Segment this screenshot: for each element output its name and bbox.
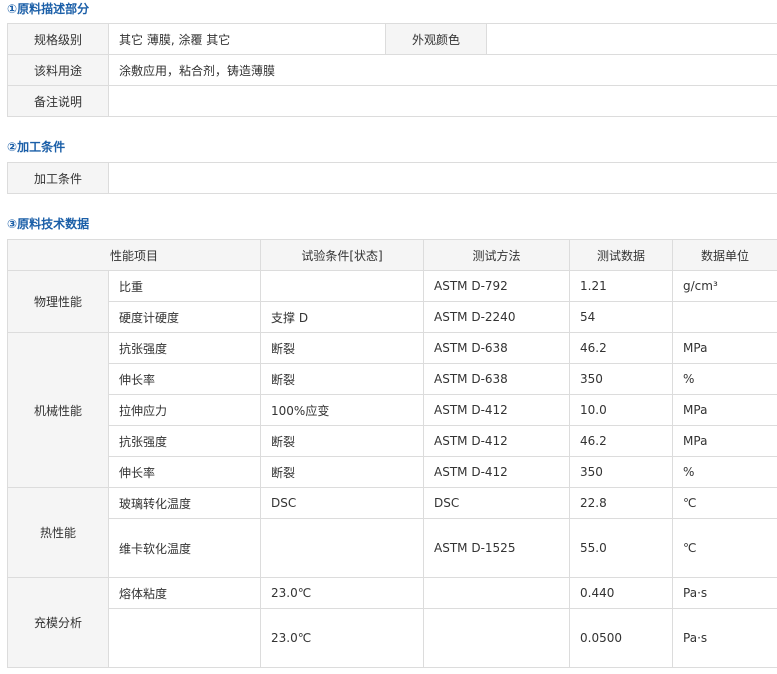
test-method: ASTM D-638 <box>423 332 571 364</box>
usage-value: 涂敷应用，粘合剂，铸造薄膜 <box>108 54 777 86</box>
data-unit: MPa <box>672 425 777 457</box>
property-item: 玻璃转化温度 <box>107 487 262 519</box>
property-item: 拉伸应力 <box>107 394 262 426</box>
table-row: 硬度计硬度 支撑 D ASTM D-2240 54 <box>8 301 777 333</box>
header-condition: 试验条件[状态] <box>260 239 425 271</box>
test-method: ASTM D-412 <box>423 394 571 426</box>
data-unit <box>672 301 777 333</box>
test-method: ASTM D-2240 <box>423 301 571 333</box>
table-row: 物理性能 比重 ASTM D-792 1.21 g/cm³ <box>7 270 777 333</box>
test-value: 46.2 <box>569 332 674 364</box>
notes-label: 备注说明 <box>7 85 109 117</box>
property-item <box>107 608 262 668</box>
test-condition: 断裂 <box>260 456 425 488</box>
test-condition: 23.0℃ <box>260 577 425 609</box>
test-method: ASTM D-412 <box>423 425 571 457</box>
test-method: ASTM D-792 <box>423 270 571 302</box>
table-header-row: 性能项目 试验条件[状态] 测试方法 测试数据 数据单位 <box>6 239 777 271</box>
property-item: 伸长率 <box>107 363 262 395</box>
test-method <box>423 608 571 668</box>
test-value: 46.2 <box>569 425 674 457</box>
property-category: 机械性能 <box>7 332 109 488</box>
property-item: 抗张强度 <box>107 332 262 364</box>
test-value: 55.0 <box>569 518 674 578</box>
property-item: 伸长率 <box>107 456 262 488</box>
test-method: ASTM D-1525 <box>423 518 571 578</box>
test-value: 22.8 <box>569 487 674 519</box>
data-unit: % <box>672 363 777 395</box>
property-item: 维卡软化温度 <box>107 518 262 578</box>
table-row: 伸长率 断裂 ASTM D-412 350% <box>8 456 777 488</box>
spec-value: 其它 薄膜, 涂覆 其它 <box>108 23 386 55</box>
test-condition: 支撑 D <box>260 301 425 333</box>
appearance-value <box>486 23 777 55</box>
section-title-technical-data: ③原料技术数据 <box>7 217 90 231</box>
technical-data-table: 性能项目 试验条件[状态] 测试方法 测试数据 数据单位 物理性能 比重 ASTM … <box>6 239 777 668</box>
table-row: 充模分析 熔体粘度 23.0℃ 0.440 Pa·s <box>7 577 777 668</box>
usage-label: 该料用途 <box>7 54 109 86</box>
data-unit: ℃ <box>672 518 777 578</box>
test-method <box>423 577 571 609</box>
test-value: 54 <box>569 301 674 333</box>
appearance-label: 外观颜色 <box>385 23 487 55</box>
test-method: DSC <box>423 487 571 519</box>
table-row: 拉伸应力 100%应变 ASTM D-412 10.0 MPa <box>8 394 777 426</box>
table-row: 23.0℃ 0.0500 Pa·s <box>8 608 777 668</box>
notes-value <box>108 85 777 117</box>
property-item: 硬度计硬度 <box>107 301 262 333</box>
section-title-processing-conditions: ②加工条件 <box>7 140 66 154</box>
test-value: 1.21 <box>569 270 674 302</box>
processing-value <box>108 162 777 194</box>
spec-label: 规格级别 <box>7 23 109 55</box>
test-value: 0.0500 <box>569 608 674 668</box>
header-unit: 数据单位 <box>672 239 777 271</box>
material-description-table: 规格级别 其它 薄膜, 涂覆 其它 外观颜色 该料用途 涂敷应用，粘合剂，铸造薄… <box>7 23 777 117</box>
test-condition <box>260 518 425 578</box>
property-category: 充模分析 <box>7 577 109 668</box>
table-row: 伸长率 断裂 ASTM D-638 350% <box>8 363 777 395</box>
test-value: 10.0 <box>569 394 674 426</box>
data-unit: MPa <box>672 394 777 426</box>
section-title-material-description: ①原料描述部分 <box>7 2 90 16</box>
test-value: 350 <box>569 456 674 488</box>
table-row: 机械性能 抗张强度 断裂 ASTM D-638 46.2 MPa <box>7 332 777 488</box>
processing-conditions-table: 加工条件 <box>7 162 777 194</box>
test-condition <box>260 270 425 302</box>
header-property: 性能项目 <box>6 239 262 271</box>
test-method: ASTM D-638 <box>423 363 571 395</box>
property-item: 比重 <box>107 270 262 302</box>
data-unit: Pa·s <box>672 608 777 668</box>
header-value: 测试数据 <box>569 239 674 271</box>
table-row: 维卡软化温度 ASTM D-1525 55.0 ℃ <box>8 518 777 578</box>
data-unit: Pa·s <box>672 577 777 609</box>
header-method: 测试方法 <box>423 239 571 271</box>
test-condition: 断裂 <box>260 332 425 364</box>
test-condition: 断裂 <box>260 363 425 395</box>
data-unit: % <box>672 456 777 488</box>
test-value: 0.440 <box>569 577 674 609</box>
test-condition: 100%应变 <box>260 394 425 426</box>
property-category: 物理性能 <box>7 270 109 333</box>
table-row: 热性能 玻璃转化温度 DSC DSC 22.8 ℃ <box>7 487 777 578</box>
property-item: 熔体粘度 <box>107 577 262 609</box>
data-unit: g/cm³ <box>672 270 777 302</box>
property-item: 抗张强度 <box>107 425 262 457</box>
data-unit: ℃ <box>672 487 777 519</box>
data-unit: MPa <box>672 332 777 364</box>
test-method: ASTM D-412 <box>423 456 571 488</box>
property-category: 热性能 <box>7 487 109 578</box>
processing-label: 加工条件 <box>7 162 109 194</box>
table-row: 抗张强度 断裂 ASTM D-412 46.2 MPa <box>8 425 777 457</box>
test-condition: 断裂 <box>260 425 425 457</box>
test-value: 350 <box>569 363 674 395</box>
test-condition: DSC <box>260 487 425 519</box>
test-condition: 23.0℃ <box>260 608 425 668</box>
